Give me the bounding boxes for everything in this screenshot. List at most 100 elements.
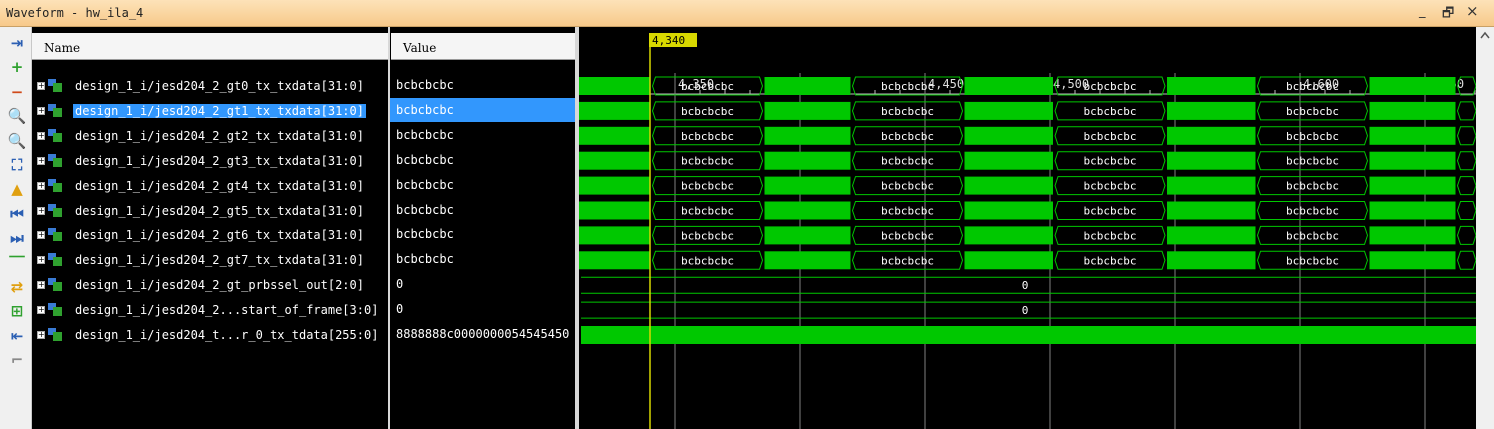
time-cursor-label: 4,340 <box>652 34 685 47</box>
go-to-start-icon[interactable]: ⏮ <box>6 203 28 225</box>
expand-icon[interactable]: + <box>37 131 45 140</box>
zoom-fit-icon[interactable]: ⛶ <box>6 154 28 176</box>
const-value-label: 0 <box>1022 279 1029 292</box>
expand-icon[interactable]: + <box>37 231 45 240</box>
signal-row[interactable]: + design_1_i/jesd204_2_gt7_tx_txdata[31:0… <box>32 248 389 272</box>
bus-signal-icon <box>48 228 62 242</box>
bus-value-label: bcbcbcbc <box>681 155 734 168</box>
signal-value: 8888888c0000000054545450 <box>396 327 570 341</box>
waveform-solid-segment <box>579 226 651 245</box>
bus-signal-icon <box>48 253 62 267</box>
bus-value-label: bcbcbcbc <box>1286 205 1339 218</box>
expand-icon[interactable]: + <box>37 206 45 215</box>
signal-name[interactable]: design_1_i/jesd204_2_gt7_tx_txdata[31:0] <box>73 253 366 267</box>
value-row[interactable]: 0 <box>390 297 576 321</box>
expand-icon[interactable]: + <box>37 281 45 290</box>
signal-name[interactable]: design_1_i/jesd204_t...r_0_tx_tdata[255:… <box>73 328 380 342</box>
signal-row[interactable]: + design_1_i/jesd204_t...r_0_tx_tdata[255… <box>32 323 389 347</box>
waveform-solid-segment <box>964 201 1053 220</box>
value-row[interactable]: bcbcbcbc <box>390 173 576 197</box>
zoom-out-icon[interactable]: 🔍 <box>6 130 28 152</box>
waveform-solid-segment <box>964 251 1053 270</box>
signal-name[interactable]: design_1_i/jesd204_2...start_of_frame[3:… <box>73 303 380 317</box>
expand-icon[interactable]: + <box>37 106 45 115</box>
signal-row[interactable]: + design_1_i/jesd204_2_gt5_tx_txdata[31:0… <box>32 199 389 223</box>
value-row[interactable]: bcbcbcbc <box>390 148 576 172</box>
waveform-bus-segment <box>1456 101 1476 121</box>
waveform-solid-segment <box>579 201 651 220</box>
waveform-solid-segment <box>764 251 851 270</box>
signal-name[interactable]: design_1_i/jesd204_2_gt1_tx_txdata[31:0] <box>73 103 366 118</box>
signal-name[interactable]: design_1_i/jesd204_2_gt6_tx_txdata[31:0] <box>73 228 366 242</box>
add-icon[interactable]: + <box>6 56 28 78</box>
signal-row[interactable]: + design_1_i/jesd204_2_gt3_tx_txdata[31:0… <box>32 149 389 173</box>
waveform-solid-segment <box>1369 201 1456 220</box>
name-column-header[interactable]: Name <box>32 33 389 60</box>
previous-transition-icon[interactable]: ⎺ <box>6 252 28 274</box>
bus-value-label: bcbcbcbc <box>681 130 734 143</box>
waveform-canvas[interactable]: 4,3504,4004,4504,5004,5504,6004,650bcbcb… <box>579 27 1476 429</box>
waveform-solid-segment <box>579 126 651 145</box>
signal-row[interactable]: + design_1_i/jesd204_2...start_of_frame[3… <box>32 298 389 322</box>
signal-name[interactable]: design_1_i/jesd204_2_gt4_tx_txdata[31:0] <box>73 179 366 193</box>
close-button[interactable]: × <box>1466 2 1479 20</box>
expand-icon[interactable]: + <box>37 181 45 190</box>
signal-row[interactable]: + design_1_i/jesd204_2_gt2_tx_txdata[31:0… <box>32 124 389 148</box>
bus-value-label: bcbcbcbc <box>1084 205 1137 218</box>
cursor-icon[interactable]: ▲ <box>6 178 28 200</box>
zoom-in-icon[interactable]: 🔍 <box>6 105 28 127</box>
vertical-scrollbar[interactable] <box>1476 27 1494 429</box>
signal-name[interactable]: design_1_i/jesd204_2_gt5_tx_txdata[31:0] <box>73 204 366 218</box>
previous-marker-icon[interactable]: ⇤ <box>6 325 28 347</box>
signal-name[interactable]: design_1_i/jesd204_2_gt_prbssel_out[2:0] <box>73 278 366 292</box>
waveform-solid-segment <box>1369 176 1456 195</box>
swap-cursors-icon[interactable]: ⌐ <box>6 349 28 371</box>
signal-name[interactable]: design_1_i/jesd204_2_gt3_tx_txdata[31:0] <box>73 154 366 168</box>
minimize-button[interactable]: _ <box>1419 4 1426 19</box>
expand-icon[interactable]: + <box>37 156 45 165</box>
value-row[interactable]: 0 <box>390 272 576 296</box>
window-title: Waveform - hw_ila_4 <box>6 6 144 20</box>
fit-to-window-icon[interactable]: ⇥ <box>6 32 28 54</box>
expand-icon[interactable]: + <box>37 331 45 339</box>
bus-value-label: bcbcbcbc <box>1286 105 1339 118</box>
signal-row[interactable]: + design_1_i/jesd204_2_gt_prbssel_out[2:0… <box>32 273 389 297</box>
signal-name[interactable]: design_1_i/jesd204_2_gt2_tx_txdata[31:0] <box>73 129 366 143</box>
expand-icon[interactable]: + <box>37 256 45 265</box>
go-to-end-icon[interactable]: ⏭ <box>6 227 28 249</box>
signal-name[interactable]: design_1_i/jesd204_2_gt0_tx_txdata[31:0] <box>73 79 366 93</box>
value-row[interactable]: bcbcbcbc <box>390 97 576 122</box>
bus-signal-icon <box>48 103 62 117</box>
scroll-up-icon[interactable] <box>1476 27 1494 45</box>
waveform-solid-segment <box>964 226 1053 245</box>
bus-value-label: bcbcbcbc <box>1286 130 1339 143</box>
value-column-header[interactable]: Value <box>391 33 576 60</box>
value-row[interactable]: 8888888c0000000054545450 <box>390 322 576 346</box>
expand-icon[interactable]: + <box>37 306 45 315</box>
waveform-bus-segment <box>1456 176 1476 196</box>
bus-signal-icon <box>48 79 62 92</box>
waveform-solid-segment <box>1369 77 1456 95</box>
signal-row[interactable]: + design_1_i/jesd204_2_gt4_tx_txdata[31:0… <box>32 174 389 198</box>
add-marker-icon[interactable]: ⊞ <box>6 300 28 322</box>
value-row[interactable]: bcbcbcbc <box>390 73 576 97</box>
signal-row[interactable]: + design_1_i/jesd204_2_gt6_tx_txdata[31:0… <box>32 223 389 247</box>
next-transition-icon[interactable]: ⇄ <box>6 276 28 298</box>
value-row[interactable]: bcbcbcbc <box>390 247 576 271</box>
value-row[interactable]: bcbcbcbc <box>390 123 576 147</box>
waveform-solid-segment <box>579 176 651 195</box>
expand-icon[interactable]: + <box>37 82 45 90</box>
waveform-bus-segment <box>1456 250 1476 270</box>
waveform-solid-segment <box>964 126 1053 145</box>
remove-icon[interactable]: − <box>6 81 28 103</box>
bus-value-label: bcbcbcbc <box>1084 229 1137 242</box>
waveform-solid-segment <box>579 151 651 170</box>
value-row[interactable]: bcbcbcbc <box>390 222 576 246</box>
signal-row[interactable]: + design_1_i/jesd204_2_gt1_tx_txdata[31:0… <box>32 99 389 123</box>
bus-value-label: bcbcbcbc <box>1286 229 1339 242</box>
bus-value-label: bcbcbcbc <box>881 155 934 168</box>
restore-button[interactable]: 🗗 <box>1442 4 1454 26</box>
signal-row[interactable]: + design_1_i/jesd204_2_gt0_tx_txdata[31:0… <box>32 74 389 98</box>
bus-signal-icon <box>48 178 62 192</box>
value-row[interactable]: bcbcbcbc <box>390 198 576 222</box>
